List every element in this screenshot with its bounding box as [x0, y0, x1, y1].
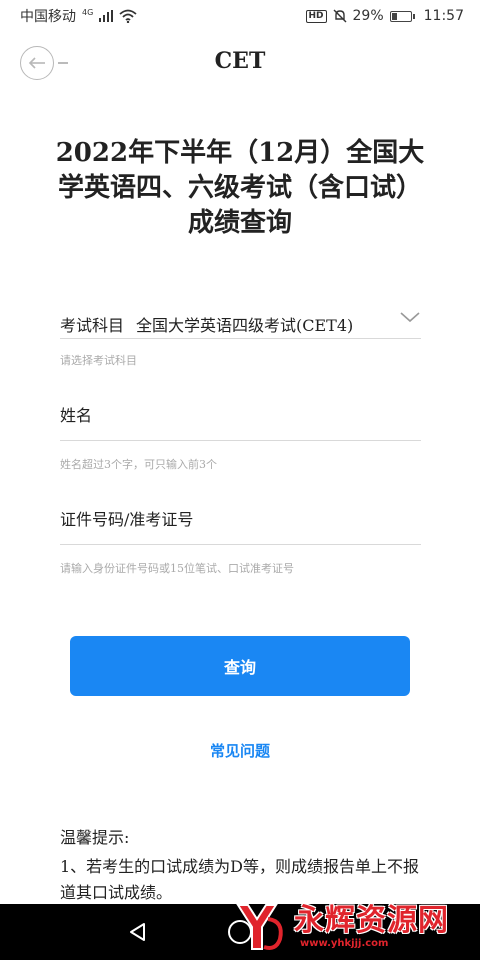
id-number-input[interactable]: 证件号码/准考证号	[60, 506, 421, 548]
query-button[interactable]: 查询	[70, 636, 410, 696]
id-number-hint: 请输入身份证件号码或15位笔试、口试准考证号	[60, 562, 294, 575]
exam-title-line2: 学英语四、六级考试（含口试）	[57, 173, 422, 203]
watermark-url: www.yhkjjj.com	[300, 937, 389, 949]
mute-bell-icon	[333, 9, 347, 23]
exam-title-line3: 成绩查询	[187, 208, 292, 238]
id-number-label: 证件号码/准考证号	[60, 510, 194, 529]
nav-back-icon[interactable]	[128, 922, 148, 942]
status-left: 中国移动 4G	[20, 6, 137, 26]
signal-icon	[99, 10, 114, 22]
status-right: HD 29% 11:57	[305, 8, 464, 24]
name-hint: 姓名超过3个字，可只输入前3个	[60, 458, 217, 471]
faq-label: 常见问题	[209, 742, 270, 760]
watermark-logo-icon	[236, 904, 283, 950]
app-header: CET	[0, 36, 480, 88]
name-label: 姓名	[60, 406, 93, 425]
subject-select[interactable]: 考试科目 全国大学英语四级考试(CET4)	[60, 310, 421, 340]
subject-value: 全国大学英语四级考试(CET4)	[136, 316, 354, 335]
tips-title: 温馨提示:	[60, 828, 130, 847]
name-input[interactable]: 姓名	[60, 400, 421, 442]
status-bar: 中国移动 4G HD 29% 11:57	[0, 0, 480, 32]
wifi-icon	[119, 9, 137, 23]
carrier-name: 中国移动	[20, 9, 76, 25]
exam-title-line1: 2022年下半年（12月）全国大	[55, 138, 425, 168]
battery-icon	[389, 10, 415, 22]
name-underline	[60, 440, 421, 441]
hd-badge: HD	[305, 9, 327, 23]
page-title: CET	[214, 48, 266, 74]
id-number-underline	[60, 544, 421, 545]
subject-label: 考试科目	[60, 316, 125, 335]
chevron-down-icon	[400, 312, 420, 323]
clock: 11:57	[423, 8, 464, 24]
exam-title: 2022年下半年（12月）全国大 学英语四、六级考试（含口试） 成绩查询	[40, 136, 440, 241]
faq-link[interactable]: 常见问题	[0, 740, 480, 761]
watermark-text-block: 永辉资源网 www.yhkjjj.com	[294, 902, 449, 949]
watermark: 永辉资源网 www.yhkjjj.com	[232, 898, 472, 954]
watermark-title: 永辉资源网	[294, 902, 449, 938]
battery-percent: 29%	[352, 8, 384, 24]
subject-underline	[60, 338, 421, 339]
network-type: 4G	[82, 7, 94, 17]
subject-hint: 请选择考试科目	[60, 354, 137, 367]
